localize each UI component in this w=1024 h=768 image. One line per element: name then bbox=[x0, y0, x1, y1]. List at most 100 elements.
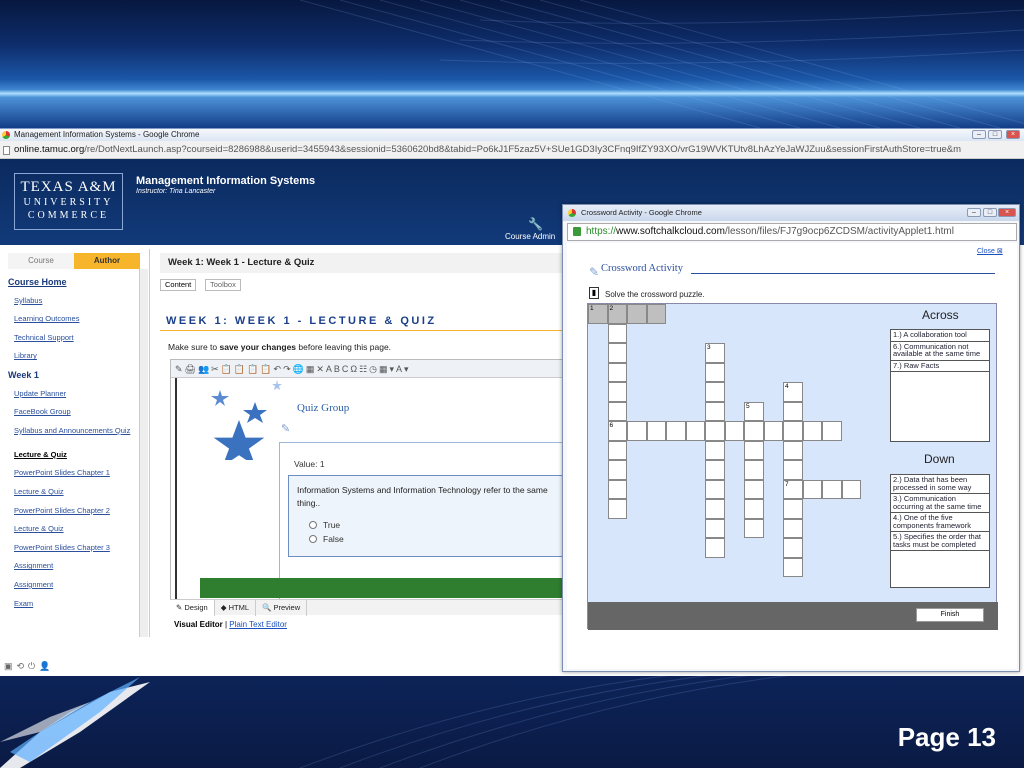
crossword-cell[interactable] bbox=[607, 460, 627, 480]
crossword-cell[interactable] bbox=[763, 421, 783, 441]
toolbox-button[interactable]: Toolbox bbox=[205, 279, 241, 291]
rich-text-editor[interactable]: ✎🖨👥✂📋📋📋📋↶↷🌐▦✕ABCΩ☷◷▦▾A▾ Quiz Group ✎ Val… bbox=[170, 359, 564, 607]
crossword-cell[interactable] bbox=[607, 401, 627, 421]
nav-item[interactable]: PowerPoint Slides Chapter 3 bbox=[0, 539, 140, 558]
crossword-cell[interactable] bbox=[783, 460, 803, 480]
nav-item[interactable]: Update Planner bbox=[0, 385, 140, 404]
crossword-cell[interactable] bbox=[841, 479, 861, 499]
nav-item[interactable]: Course Home bbox=[0, 273, 140, 292]
crossword-cell[interactable]: 1 bbox=[588, 304, 608, 324]
radio-icon[interactable] bbox=[309, 535, 317, 543]
crossword-cell[interactable] bbox=[705, 440, 725, 460]
crossword-cell[interactable] bbox=[822, 479, 842, 499]
nav-item[interactable]: PowerPoint Slides Chapter 1 bbox=[0, 464, 140, 483]
nav-item[interactable]: Assignment bbox=[0, 576, 140, 595]
finish-button[interactable]: Finish bbox=[916, 608, 984, 622]
nav-item[interactable]: Syllabus bbox=[0, 292, 140, 311]
crossword-cell[interactable]: 4 bbox=[783, 382, 803, 402]
crossword-cell[interactable] bbox=[705, 460, 725, 480]
nav-item[interactable]: PowerPoint Slides Chapter 2 bbox=[0, 502, 140, 521]
popup-maximize-button[interactable]: □ bbox=[983, 208, 997, 217]
nav-item[interactable]: Week 1 bbox=[0, 366, 140, 385]
crossword-cell[interactable] bbox=[627, 421, 647, 441]
crossword-cell[interactable]: 6 bbox=[607, 421, 627, 441]
crossword-cell[interactable] bbox=[705, 421, 725, 441]
address-bar[interactable]: online.tamuc.org/re/DotNextLaunch.asp?co… bbox=[0, 141, 1024, 159]
nav-item[interactable]: Learning Outcomes bbox=[0, 310, 140, 329]
crossword-cell[interactable] bbox=[705, 499, 725, 519]
crossword-cell[interactable]: 2 bbox=[607, 304, 627, 324]
minimize-button[interactable]: – bbox=[972, 130, 986, 139]
crossword-cell[interactable] bbox=[666, 421, 686, 441]
nav-item[interactable]: Assignment bbox=[0, 557, 140, 576]
crossword-cell[interactable] bbox=[783, 538, 803, 558]
crossword-cell[interactable] bbox=[783, 440, 803, 460]
crossword-cell[interactable] bbox=[607, 499, 627, 519]
nav-item[interactable]: Lecture & Quiz bbox=[0, 483, 140, 502]
option-true[interactable]: True bbox=[309, 520, 340, 530]
popup-close-button[interactable]: × bbox=[998, 208, 1016, 217]
nav-item[interactable]: FaceBook Group bbox=[0, 403, 140, 422]
footer-icons[interactable]: ▣⟲⏻👤 bbox=[4, 661, 54, 672]
crossword-cell[interactable] bbox=[822, 421, 842, 441]
crossword-cell[interactable] bbox=[783, 499, 803, 519]
tab-html[interactable]: ◆ HTML bbox=[215, 600, 257, 616]
crossword-cell[interactable] bbox=[744, 421, 764, 441]
crossword-cell[interactable] bbox=[783, 421, 803, 441]
nav-item[interactable]: Technical Support bbox=[0, 329, 140, 348]
crossword-cell[interactable] bbox=[744, 460, 764, 480]
crossword-cell[interactable] bbox=[646, 304, 666, 324]
nav-item[interactable]: Lecture & Quiz bbox=[0, 520, 140, 539]
crossword-cell[interactable] bbox=[744, 499, 764, 519]
crossword-cell[interactable] bbox=[802, 479, 822, 499]
plain-text-editor-link[interactable]: Plain Text Editor bbox=[229, 620, 287, 629]
editor-toolbar[interactable]: ✎🖨👥✂📋📋📋📋↶↷🌐▦✕ABCΩ☷◷▦▾A▾ bbox=[171, 360, 563, 378]
nav-item[interactable]: Exam bbox=[0, 595, 140, 614]
crossword-cell[interactable]: 7 bbox=[783, 479, 803, 499]
crossword-cell[interactable] bbox=[607, 479, 627, 499]
crossword-cell[interactable] bbox=[705, 401, 725, 421]
content-button[interactable]: Content bbox=[160, 279, 197, 291]
crossword-cell[interactable] bbox=[705, 479, 725, 499]
crossword-cell[interactable] bbox=[685, 421, 705, 441]
nav-item[interactable]: Syllabus and Announcements Quiz bbox=[0, 422, 140, 446]
nav-item[interactable]: Library bbox=[0, 347, 140, 366]
maximize-button[interactable]: □ bbox=[988, 130, 1002, 139]
editor-canvas[interactable]: Quiz Group ✎ Value: 1 Information System… bbox=[175, 378, 563, 606]
crossword-cell[interactable] bbox=[705, 362, 725, 382]
crossword-cell[interactable] bbox=[783, 518, 803, 538]
crossword-cell[interactable] bbox=[724, 421, 744, 441]
close-window-button[interactable]: × bbox=[1006, 130, 1020, 139]
crossword-cell[interactable]: 5 bbox=[744, 401, 764, 421]
crossword-cell[interactable] bbox=[646, 421, 666, 441]
tab-course[interactable]: Course bbox=[8, 253, 74, 269]
crossword-cell[interactable] bbox=[607, 362, 627, 382]
crossword-cell[interactable] bbox=[607, 323, 627, 343]
crossword-cell[interactable] bbox=[705, 518, 725, 538]
tab-author[interactable]: Author bbox=[74, 253, 140, 269]
crossword-cell[interactable] bbox=[627, 304, 647, 324]
crossword-cell[interactable] bbox=[802, 421, 822, 441]
crossword-cell[interactable]: 3 bbox=[705, 343, 725, 363]
crossword-cell[interactable] bbox=[744, 479, 764, 499]
tab-design[interactable]: ✎ Design bbox=[170, 600, 215, 616]
crossword-cell[interactable] bbox=[607, 382, 627, 402]
crossword-cell[interactable] bbox=[607, 343, 627, 363]
popup-minimize-button[interactable]: – bbox=[967, 208, 981, 217]
crossword-cell[interactable] bbox=[705, 382, 725, 402]
nav-scrollbar[interactable] bbox=[139, 269, 148, 637]
pin-icon[interactable]: ▮ bbox=[589, 287, 599, 299]
wrench-icon[interactable]: 🔧 bbox=[528, 217, 543, 231]
close-link[interactable]: Close ⊠ bbox=[977, 247, 1003, 255]
crossword-cell[interactable] bbox=[744, 518, 764, 538]
radio-icon[interactable] bbox=[309, 521, 317, 529]
popup-address-bar[interactable]: https://www.softchalkcloud.com/lesson/fi… bbox=[567, 223, 1017, 241]
tab-preview[interactable]: 🔍 Preview bbox=[256, 600, 308, 616]
nav-item[interactable]: Lecture & Quiz bbox=[0, 446, 140, 465]
crossword-cell[interactable] bbox=[783, 557, 803, 577]
crossword-cell[interactable] bbox=[607, 440, 627, 460]
crossword-cell[interactable] bbox=[744, 440, 764, 460]
crossword-cell[interactable] bbox=[705, 538, 725, 558]
university-logo[interactable]: TEXAS A&M UNIVERSITY COMMERCE bbox=[14, 173, 123, 230]
option-false[interactable]: False bbox=[309, 534, 344, 544]
